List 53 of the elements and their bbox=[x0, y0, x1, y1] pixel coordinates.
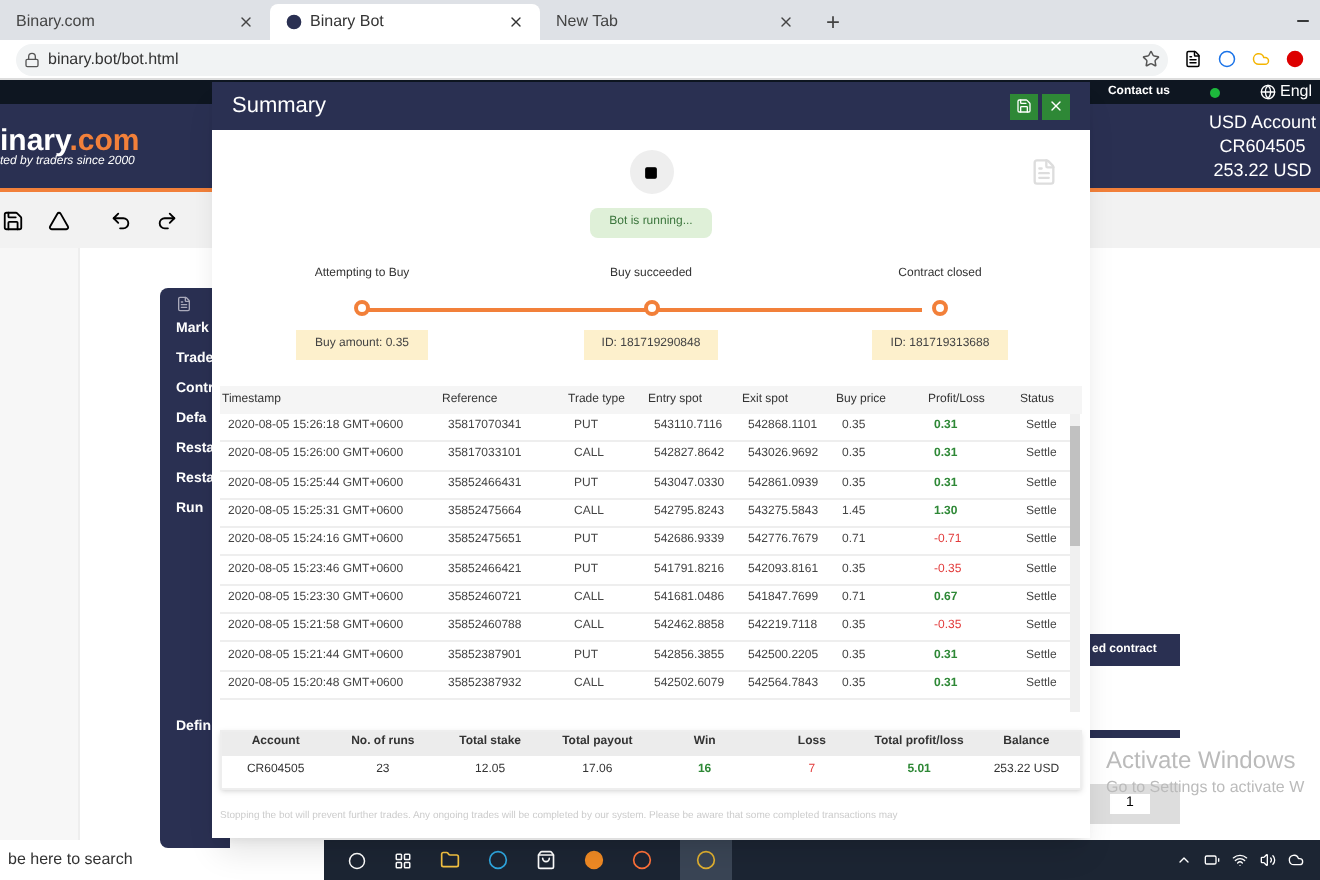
close-icon bbox=[1048, 98, 1064, 114]
browser-icon[interactable] bbox=[488, 850, 508, 870]
address-bar[interactable]: binary.bot/bot.html bbox=[16, 43, 1168, 75]
volume-icon[interactable] bbox=[1260, 852, 1276, 868]
url-text: binary.bot/bot.html bbox=[48, 47, 181, 71]
close-tab-icon[interactable] bbox=[778, 14, 794, 30]
globe-icon[interactable] bbox=[1259, 84, 1276, 100]
lock-icon bbox=[24, 51, 40, 67]
connection-status-icon bbox=[1209, 87, 1220, 97]
close-button[interactable] bbox=[1042, 93, 1070, 119]
account-type[interactable]: USD Account bbox=[1208, 110, 1316, 134]
task-view-icon[interactable] bbox=[394, 851, 412, 869]
scrollbar[interactable] bbox=[1070, 414, 1080, 712]
step-marker-icon bbox=[643, 300, 659, 316]
cortana-icon[interactable] bbox=[348, 851, 366, 869]
bookmark-star-icon[interactable] bbox=[1142, 50, 1160, 68]
browser-tab[interactable]: Binary.com bbox=[0, 4, 270, 40]
site-favicon-icon bbox=[286, 14, 302, 30]
chrome-taskbar-button[interactable] bbox=[680, 840, 732, 880]
browser-tab[interactable]: New Tab bbox=[540, 4, 810, 40]
battery-icon[interactable] bbox=[1204, 852, 1220, 868]
store-icon[interactable] bbox=[536, 850, 556, 870]
stop-icon bbox=[644, 165, 658, 179]
browser-tab[interactable]: Binary Bot bbox=[270, 4, 540, 40]
tray-chevron-icon[interactable] bbox=[1176, 852, 1192, 868]
close-tab-icon[interactable] bbox=[238, 14, 254, 30]
browser-icon[interactable] bbox=[632, 850, 652, 870]
dialog-title: Summary bbox=[232, 91, 327, 122]
save-icon[interactable] bbox=[2, 209, 24, 231]
taskbar-search-field[interactable]: be here to search bbox=[0, 840, 324, 880]
account-id: CR604505 bbox=[1219, 134, 1306, 158]
step-marker-icon bbox=[354, 300, 370, 316]
browser-icon[interactable] bbox=[696, 850, 716, 870]
step-marker-icon bbox=[932, 300, 948, 316]
disabled-log-icon bbox=[1030, 158, 1058, 186]
redo-icon[interactable] bbox=[156, 209, 178, 231]
browser-icon[interactable] bbox=[584, 850, 604, 870]
cloud-icon[interactable] bbox=[1288, 852, 1304, 868]
activation-title: Activate Windows bbox=[1106, 748, 1298, 772]
language-selector[interactable]: Engl bbox=[1279, 80, 1312, 104]
close-tab-icon[interactable] bbox=[508, 14, 524, 30]
account-balance: 253.22 USD bbox=[1213, 158, 1312, 182]
undo-icon[interactable] bbox=[110, 209, 132, 231]
extension-icon[interactable] bbox=[1184, 50, 1202, 68]
save-button[interactable] bbox=[1010, 93, 1038, 119]
stop-button[interactable] bbox=[629, 150, 673, 194]
activation-hint: Go to Settings to activate W bbox=[1106, 780, 1305, 796]
drive-icon[interactable] bbox=[48, 209, 70, 231]
folder-icon[interactable] bbox=[440, 850, 460, 870]
new-tab-button[interactable]: + bbox=[810, 4, 857, 40]
save-icon bbox=[1016, 98, 1032, 114]
document-icon bbox=[176, 296, 192, 312]
wifi-icon[interactable] bbox=[1232, 852, 1248, 868]
